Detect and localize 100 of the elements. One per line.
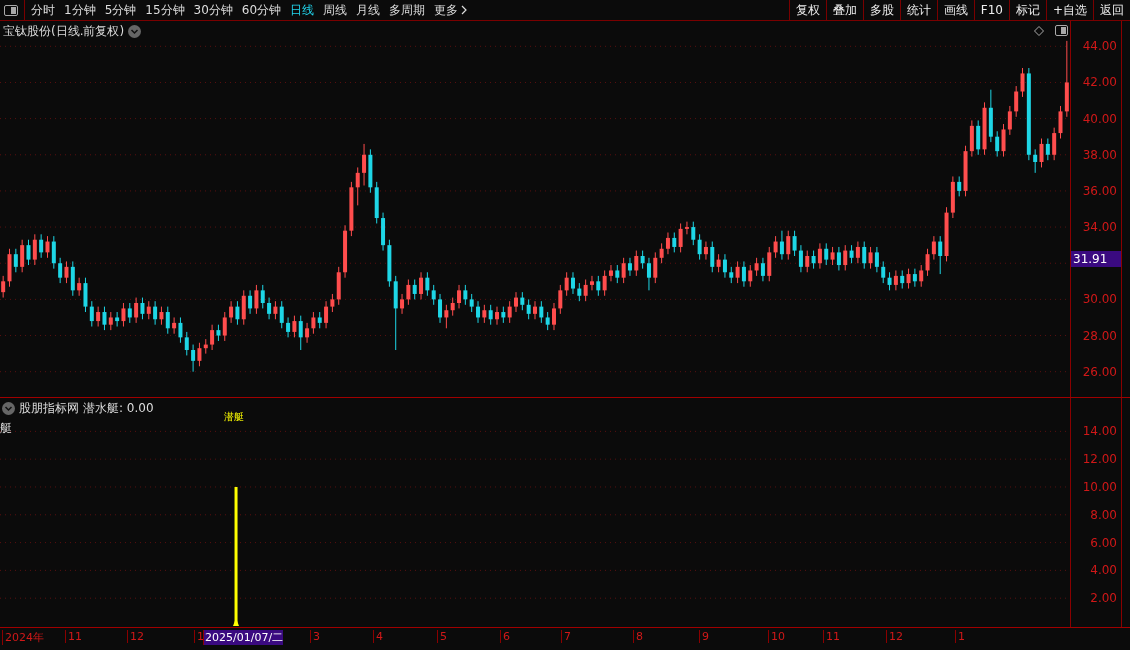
period-tab[interactable]: 1分钟: [64, 1, 96, 19]
candlestick: [874, 246, 879, 273]
panel-toggle-icon[interactable]: [4, 4, 18, 16]
date-label: 3: [310, 630, 320, 643]
period-tab[interactable]: 周线: [323, 1, 348, 19]
candlestick: [45, 235, 50, 259]
candlestick: [634, 250, 639, 277]
date-label: 1: [955, 630, 965, 643]
chart-title: 宝钛股份(日线.前复权): [3, 23, 125, 40]
date-label: 2025/01/07/二: [203, 630, 284, 645]
candlestick: [13, 248, 18, 273]
date-label: 9: [699, 630, 709, 643]
candlestick: [1, 275, 6, 299]
candlestick: [286, 316, 291, 338]
candlestick: [127, 302, 132, 324]
candlestick: [640, 250, 645, 270]
candlestick: [912, 268, 917, 288]
axis-label: 4.00: [1090, 563, 1117, 578]
candlestick: [222, 311, 227, 342]
indicator-title: 股朋指标网: [19, 400, 79, 417]
candlestick: [279, 300, 284, 329]
period-tab[interactable]: 月线: [356, 1, 381, 19]
axis-label: 34.00: [1082, 220, 1117, 235]
candlestick: [678, 222, 683, 253]
period-tab[interactable]: 多周期: [389, 1, 426, 19]
candlestick: [210, 324, 215, 351]
chevron-right-icon[interactable]: [461, 5, 468, 15]
candlestick: [96, 306, 101, 327]
candlestick: [1001, 123, 1006, 158]
candlestick: [89, 300, 94, 327]
signal-marker-icon: [233, 618, 240, 626]
candlestick: [925, 248, 930, 277]
axis-label: 10.00: [1082, 479, 1117, 494]
axis-label: 26.00: [1082, 364, 1117, 379]
period-tab[interactable]: 更多: [434, 1, 459, 19]
candlestick: [836, 246, 841, 271]
candlestick: [444, 304, 449, 329]
candlestick: [469, 293, 474, 313]
candlestick: [191, 344, 196, 373]
period-tab[interactable]: 日线: [290, 1, 315, 19]
candlestick: [488, 304, 493, 326]
period-tab[interactable]: 5分钟: [104, 1, 137, 19]
date-label: 2024年: [2, 630, 44, 645]
candlestick: [608, 264, 613, 282]
date-label: 8: [633, 630, 643, 643]
axis-label: 38.00: [1082, 147, 1117, 162]
candlestick: [881, 260, 886, 284]
period-tab[interactable]: 15分钟: [145, 1, 185, 19]
candlestick: [178, 316, 183, 344]
candlestick: [868, 246, 873, 270]
candlestick: [1020, 67, 1025, 98]
candlestick: [146, 300, 151, 320]
candlestick: [602, 269, 607, 297]
candlestick: [292, 315, 297, 338]
candlestick: [830, 246, 835, 266]
candlestick: [58, 257, 63, 284]
candlestick: [919, 264, 924, 288]
candlestick: [646, 257, 651, 291]
candlestick: [1014, 85, 1019, 118]
candlestick: [570, 271, 575, 295]
candlestick: [900, 269, 905, 290]
indicator-label: 艇: [0, 420, 12, 437]
candlestick: [659, 242, 664, 264]
period-tab[interactable]: 分时: [31, 1, 55, 19]
dropdown-icon[interactable]: [128, 25, 142, 38]
dropdown-icon[interactable]: [2, 402, 15, 415]
candlestick: [817, 242, 822, 270]
candlestick: [855, 241, 860, 264]
candlestick: [545, 311, 550, 331]
diamond-icon[interactable]: [1034, 26, 1044, 36]
candlestick: [653, 251, 658, 284]
candlestick: [767, 246, 772, 282]
candlestick: [931, 235, 936, 261]
candlestick: [722, 253, 727, 279]
candlestick: [355, 166, 360, 206]
date-label: 11: [823, 630, 840, 643]
candlestick: [779, 230, 784, 261]
candlestick: [305, 322, 310, 344]
price-tag: 31.91: [1071, 251, 1121, 267]
candlestick: [400, 293, 405, 315]
date-label: 7: [561, 630, 571, 643]
candlestick: [1007, 105, 1012, 136]
signal-label: 潜艇: [224, 410, 244, 424]
candlestick: [995, 130, 1000, 158]
period-tab[interactable]: 30分钟: [193, 1, 233, 19]
candlestick: [976, 119, 981, 156]
candlestick: [184, 331, 189, 356]
candlestick: [140, 297, 145, 320]
candlestick: [115, 311, 120, 327]
candlestick: [102, 306, 107, 331]
candlestick: [811, 250, 816, 270]
candlestick: [83, 277, 88, 313]
panel-toggle-icon[interactable]: [1055, 25, 1068, 36]
candlestick: [241, 289, 246, 326]
period-tab[interactable]: 60分钟: [241, 1, 282, 19]
candlestick: [551, 302, 556, 331]
candlestick: [735, 260, 740, 284]
candlestick: [463, 284, 468, 306]
candlestick: [159, 306, 164, 326]
candlestick: [760, 257, 765, 282]
